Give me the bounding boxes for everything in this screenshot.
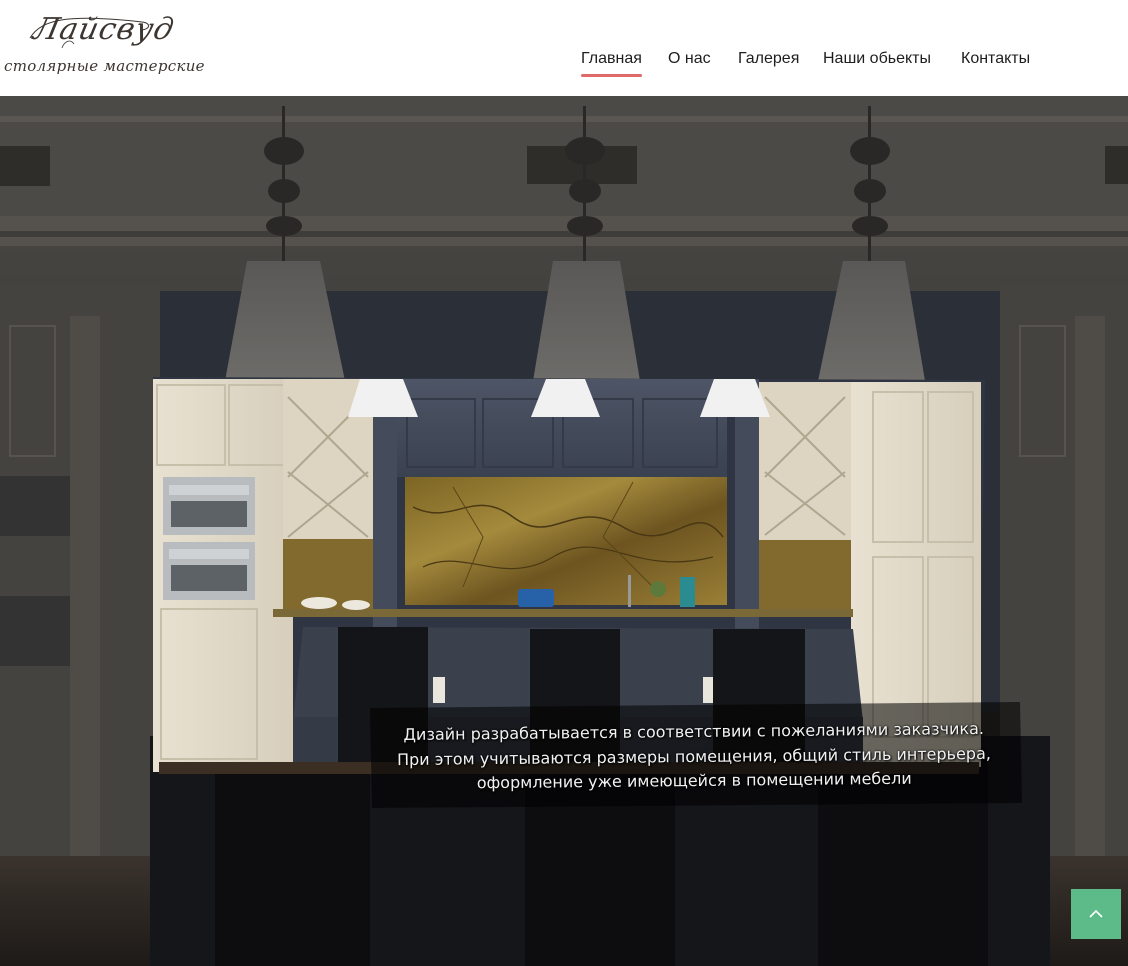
hero-background-image <box>0 96 1128 966</box>
site-header: Лайсвуд столярные мастерские Главная О н… <box>0 0 1128 96</box>
nav-item-about[interactable]: О нас <box>668 49 711 69</box>
main-nav: Главная О нас Галерея Наши обьекты Конта… <box>0 49 1128 79</box>
chevron-up-icon <box>1089 909 1103 918</box>
hero-caption: Дизайн разрабатывается в соответствии с … <box>370 717 1019 797</box>
nav-item-gallery[interactable]: Галерея <box>738 49 799 69</box>
logo-script-text: Лайсвуд <box>30 12 178 47</box>
nav-item-contacts[interactable]: Контакты <box>961 49 1030 69</box>
scroll-to-top-button[interactable] <box>1071 889 1121 939</box>
nav-item-home[interactable]: Главная <box>581 49 642 77</box>
nav-item-objects[interactable]: Наши обьекты <box>823 49 931 69</box>
hero-slider: Дизайн разрабатывается в соответствии с … <box>0 96 1128 966</box>
